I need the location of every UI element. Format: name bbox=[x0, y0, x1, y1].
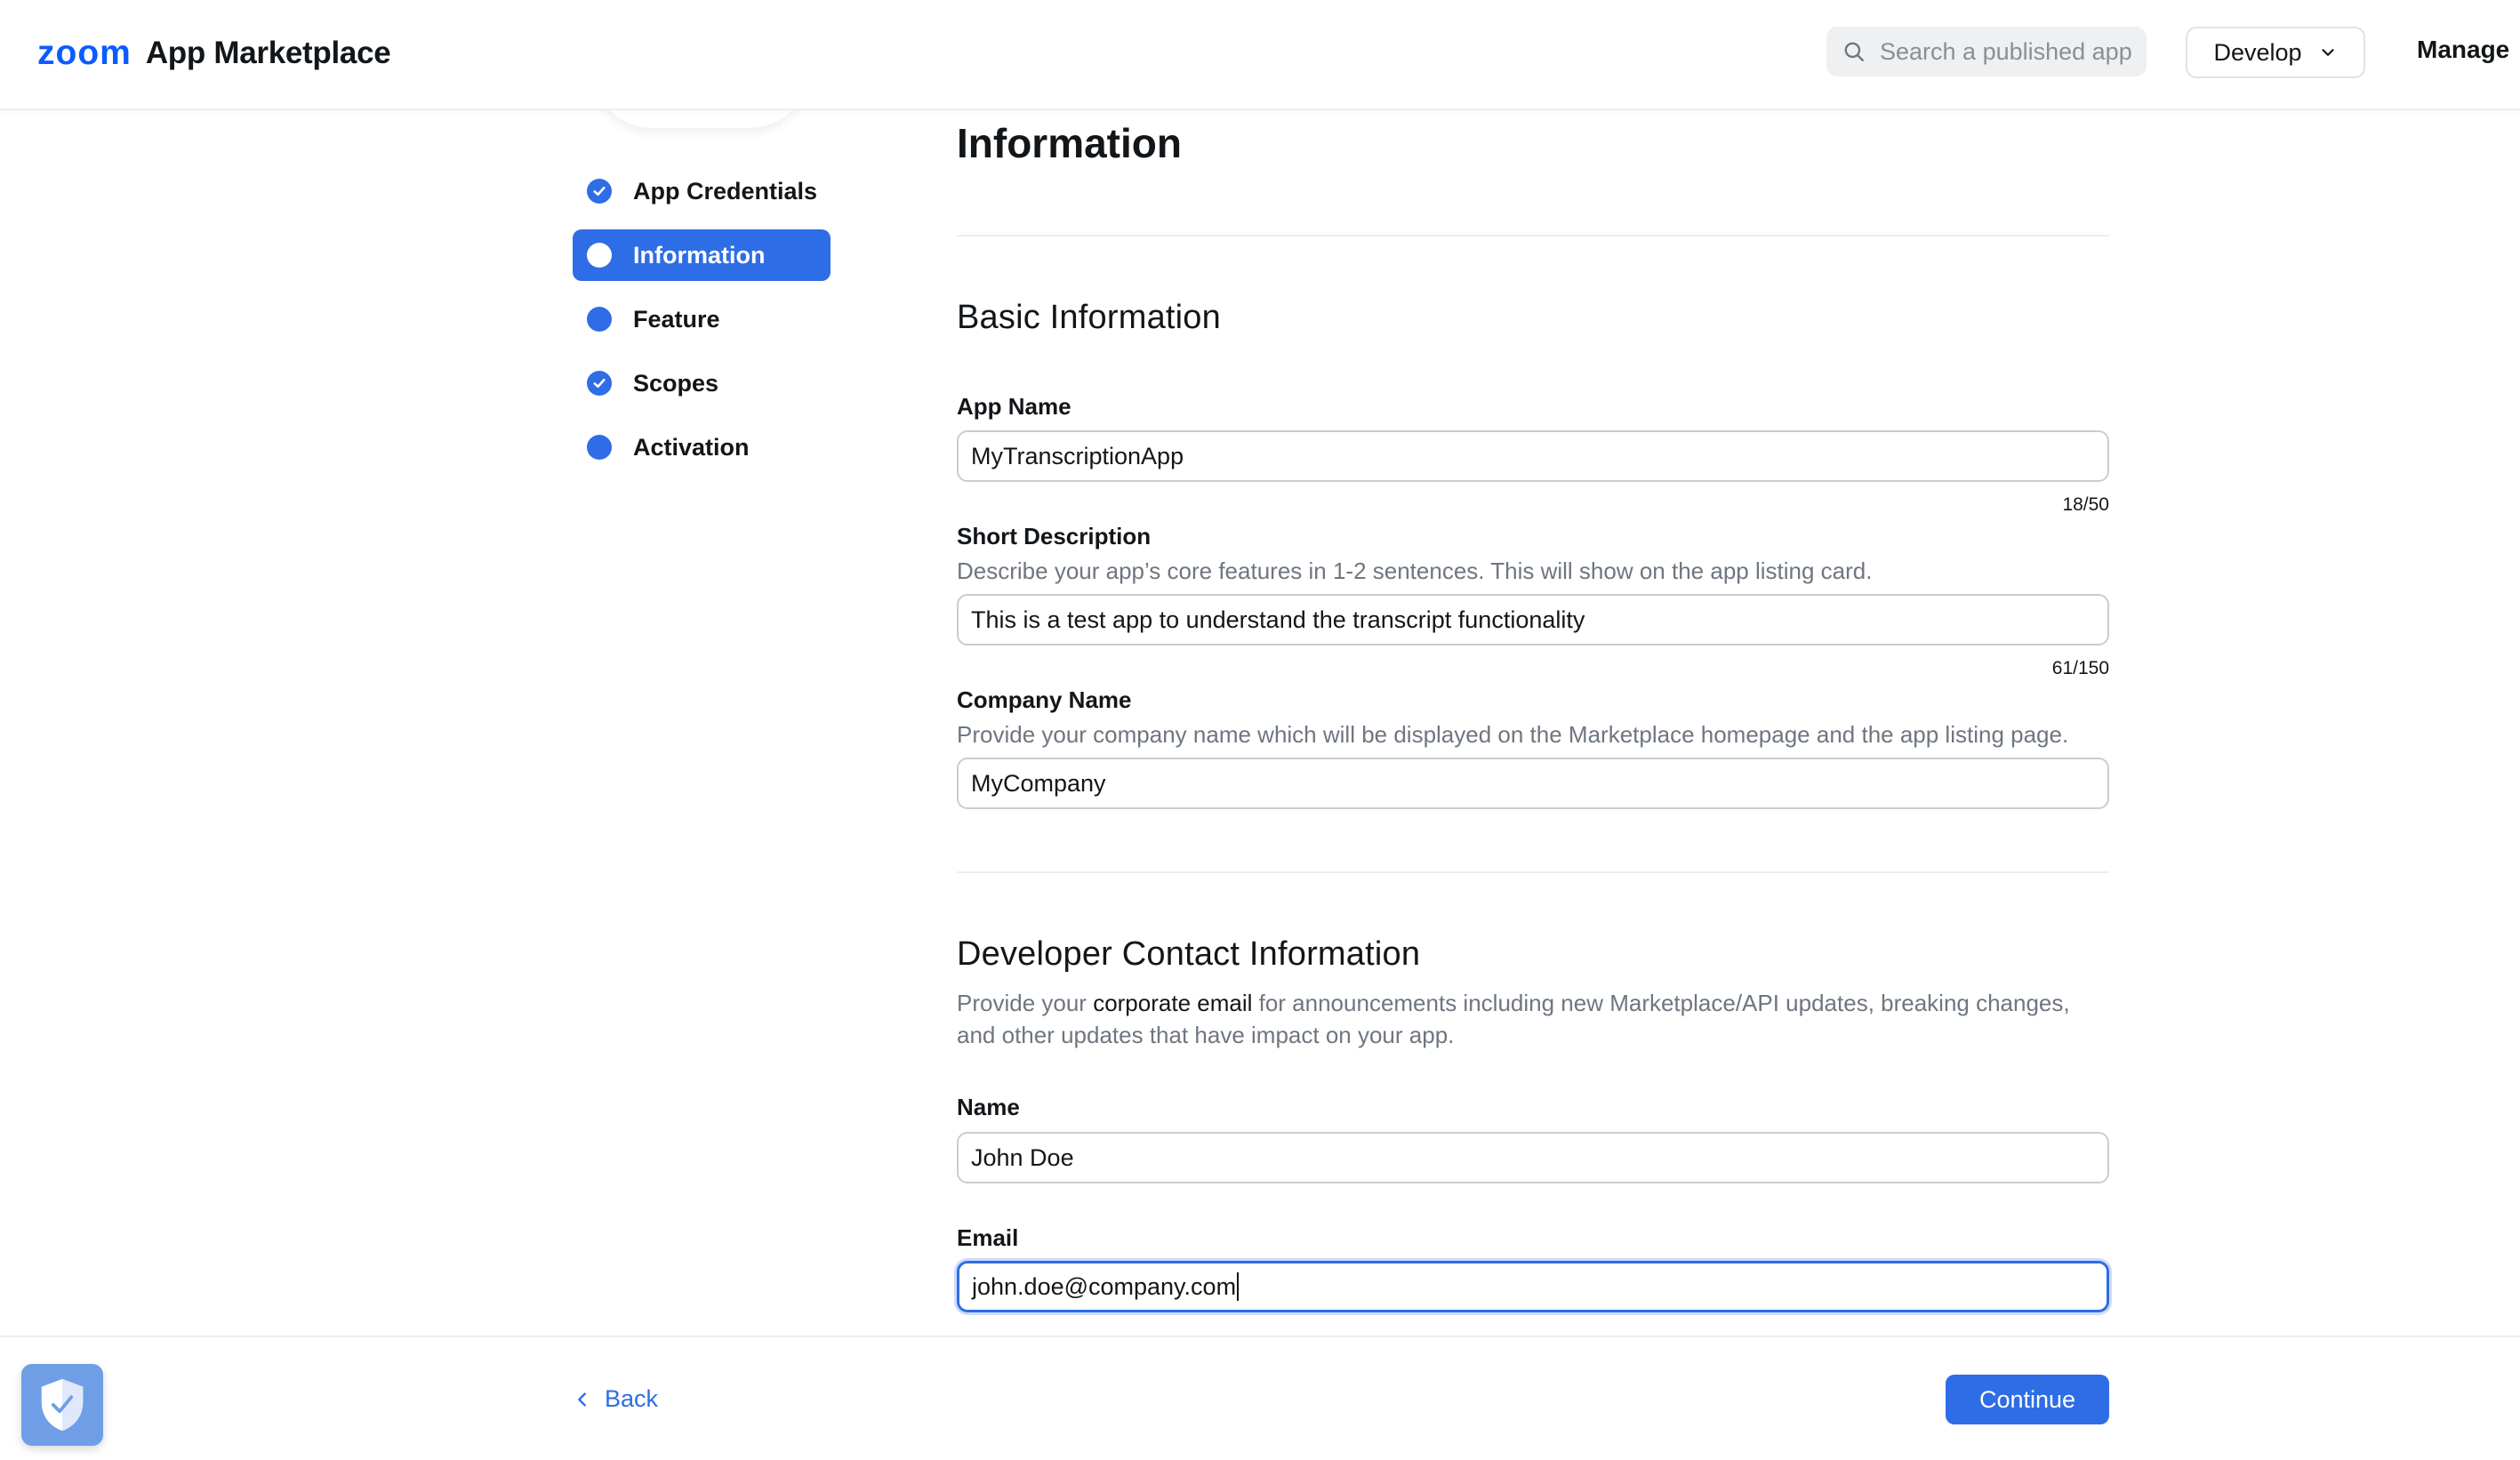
contact-email-input[interactable]: john.doe@company.com bbox=[957, 1261, 2109, 1312]
divider bbox=[957, 871, 2109, 873]
short-description-counter: 61/150 bbox=[2051, 658, 2109, 678]
logo-zoom-wordmark: zoom bbox=[37, 34, 132, 72]
divider bbox=[957, 235, 2109, 237]
develop-label: Develop bbox=[2213, 38, 2302, 66]
search-box[interactable]: Search a published app bbox=[1826, 27, 2147, 76]
short-description-input[interactable]: This is a test app to understand the tra… bbox=[957, 594, 2109, 646]
continue-button[interactable]: Continue bbox=[1946, 1375, 2109, 1424]
sidebar-item-information[interactable]: Information bbox=[573, 229, 831, 281]
back-button[interactable]: Back bbox=[573, 1385, 658, 1413]
logo-app-marketplace-text: App Marketplace bbox=[145, 36, 391, 70]
step-sidebar: App Credentials Information Feature Scop… bbox=[573, 165, 831, 485]
contact-name-label: Name bbox=[957, 1094, 1020, 1120]
manage-link[interactable]: Manage bbox=[2417, 36, 2509, 64]
chevron-left-icon bbox=[578, 1392, 586, 1407]
develop-dropdown[interactable]: Develop bbox=[2186, 27, 2365, 78]
chevron-down-icon bbox=[2321, 49, 2334, 56]
step-dot-icon bbox=[587, 307, 612, 332]
company-name-label: Company Name bbox=[957, 686, 1132, 713]
sidebar-item-scopes[interactable]: Scopes bbox=[573, 357, 831, 409]
basic-information-title: Basic Information bbox=[957, 299, 1221, 336]
step-dot-icon bbox=[587, 435, 612, 460]
sidebar-item-label: App Credentials bbox=[633, 177, 818, 205]
sidebar-item-label: Scopes bbox=[633, 369, 719, 397]
short-description-help: Describe your app’s core features in 1-2… bbox=[957, 558, 1873, 584]
page-title: Information bbox=[957, 120, 1182, 166]
app-name-input[interactable]: MyTranscriptionApp bbox=[957, 430, 2109, 482]
contact-name-input[interactable]: John Doe bbox=[957, 1132, 2109, 1183]
developer-contact-help: Provide your corporate email for announc… bbox=[957, 987, 2113, 1051]
top-header: zoom App Marketplace Search a published … bbox=[0, 0, 2520, 110]
sidebar-item-label: Information bbox=[633, 241, 766, 269]
developer-contact-title: Developer Contact Information bbox=[957, 935, 1421, 973]
shield-check-icon[interactable] bbox=[21, 1364, 103, 1446]
email-value: john.doe@company.com bbox=[972, 1272, 1237, 1300]
company-name-help: Provide your company name which will be … bbox=[957, 721, 2069, 748]
company-name-input[interactable]: MyCompany bbox=[957, 758, 2109, 809]
short-description-label: Short Description bbox=[957, 523, 1152, 550]
sidebar-item-activation[interactable]: Activation bbox=[573, 421, 831, 473]
app-name-counter: 18/50 bbox=[2062, 494, 2109, 515]
sidebar-item-label: Feature bbox=[633, 305, 720, 333]
text-caret bbox=[1237, 1272, 1240, 1301]
sidebar-item-app-credentials[interactable]: App Credentials bbox=[573, 165, 831, 217]
zoom-marketplace-logo[interactable]: zoom App Marketplace bbox=[37, 32, 391, 75]
back-label: Back bbox=[605, 1385, 659, 1412]
sidebar-item-feature[interactable]: Feature bbox=[573, 293, 831, 345]
check-icon bbox=[587, 179, 612, 204]
check-icon bbox=[587, 371, 612, 396]
search-input[interactable]: Search a published app bbox=[1880, 38, 2132, 66]
current-step-dot-icon bbox=[587, 243, 612, 268]
search-icon bbox=[1844, 42, 1864, 61]
sidebar-item-label: Activation bbox=[633, 433, 750, 461]
corporate-email-emphasis: corporate email bbox=[1093, 990, 1253, 1016]
help-text: Provide your bbox=[957, 990, 1094, 1016]
footer-bar: Back Continue bbox=[0, 1336, 2520, 1460]
app-name-label: App Name bbox=[957, 393, 1071, 420]
contact-email-label: Email bbox=[957, 1224, 1019, 1251]
